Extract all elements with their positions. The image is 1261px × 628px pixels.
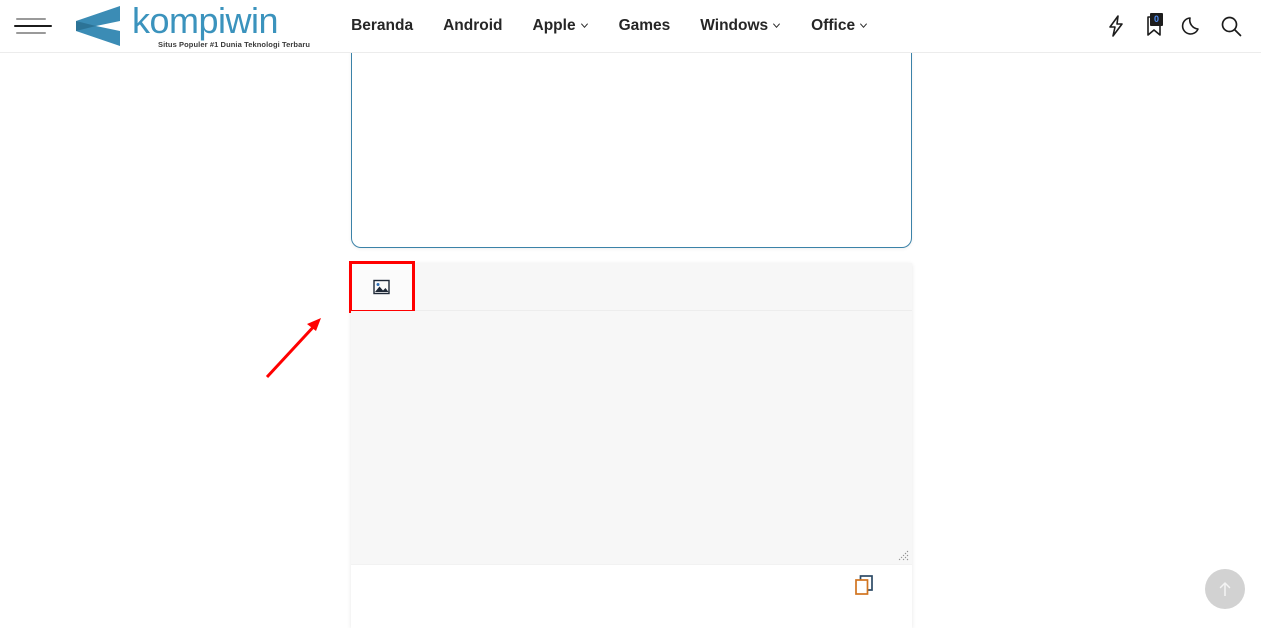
search-icon[interactable] [1219, 14, 1243, 38]
hamburger-line-bottom [16, 32, 46, 34]
tool-panel [349, 260, 912, 628]
arrow-up-icon [1219, 582, 1231, 596]
panel-footer [351, 564, 912, 627]
nav-label: Office [811, 17, 856, 34]
hamburger-line-top [16, 18, 46, 20]
nav-label: Beranda [351, 17, 414, 34]
nav-item-apple[interactable]: Apple [518, 11, 604, 41]
lightning-bolt-icon[interactable] [1105, 14, 1127, 38]
panel-toolbar [349, 260, 912, 313]
nav-label: Windows [700, 17, 769, 34]
chevron-down-icon [773, 22, 781, 28]
nav-item-android[interactable]: Android [428, 11, 517, 41]
moon-icon[interactable] [1181, 14, 1203, 38]
main-navigation: Beranda Android Apple Games Windows Offi… [336, 11, 883, 41]
insert-image-icon [372, 279, 390, 294]
chevron-down-icon [860, 22, 868, 28]
nav-item-games[interactable]: Games [604, 11, 686, 41]
hamburger-menu-icon[interactable] [14, 9, 58, 43]
nav-label: Games [618, 17, 671, 34]
brand-tagline: Situs Populer #1 Dunia Teknologi Terbaru [158, 39, 311, 49]
insert-image-button[interactable] [349, 260, 415, 313]
header-actions: 0 [1105, 13, 1243, 38]
bookmark-count-badge: 0 [1150, 13, 1163, 26]
red-arrow-icon [265, 318, 321, 379]
hamburger-line-middle [14, 25, 52, 27]
bookmark-icon[interactable]: 0 [1143, 13, 1165, 38]
site-logo[interactable]: kompiwin Situs Populer #1 Dunia Teknolog… [70, 0, 311, 49]
copy-icon[interactable] [852, 573, 876, 597]
kompiwin-logo-icon [76, 6, 120, 46]
brand-name: kompiwin [132, 0, 279, 41]
nav-label: Apple [532, 17, 576, 34]
nav-label: Android [443, 17, 503, 34]
editor-textarea[interactable] [351, 311, 912, 564]
scroll-to-top-button[interactable] [1205, 569, 1245, 609]
nav-item-windows[interactable]: Windows [685, 11, 796, 41]
chevron-down-icon [580, 22, 588, 28]
page-content [0, 50, 1261, 628]
nav-item-office[interactable]: Office [796, 11, 883, 41]
site-header: kompiwin Situs Populer #1 Dunia Teknolog… [0, 0, 1261, 53]
embedded-content-frame [351, 50, 912, 248]
resize-grip-icon[interactable] [895, 547, 910, 562]
nav-item-beranda[interactable]: Beranda [336, 11, 428, 41]
